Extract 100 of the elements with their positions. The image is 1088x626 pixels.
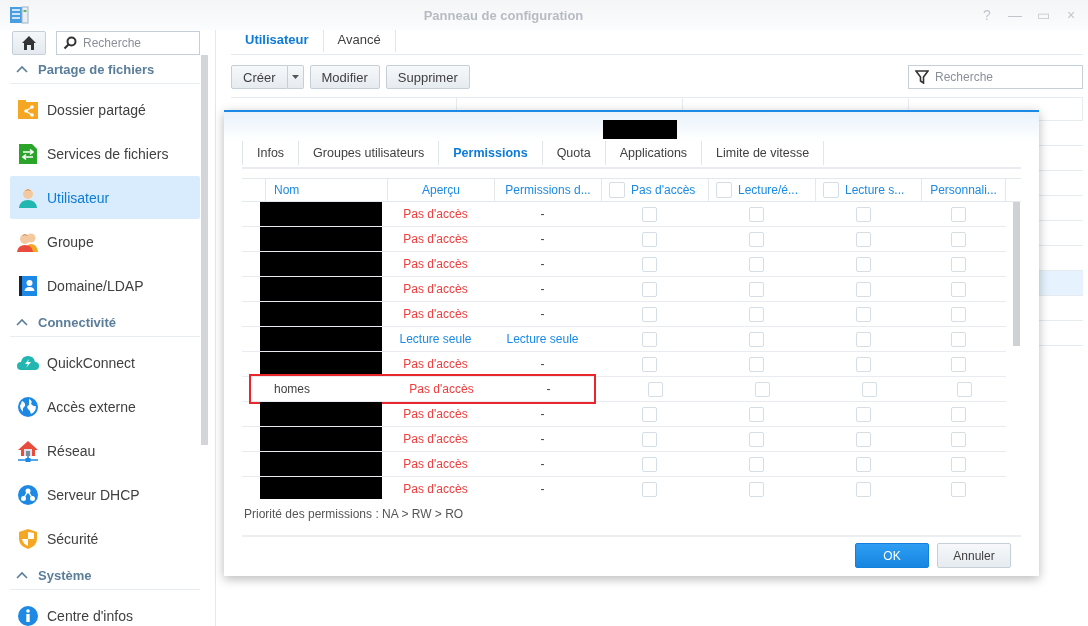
filter-icon bbox=[915, 70, 929, 84]
delete-button[interactable]: Supprimer bbox=[385, 65, 470, 89]
tab[interactable]: Groupes utilisateurs bbox=[299, 141, 440, 165]
checkbox[interactable] bbox=[950, 331, 966, 347]
search-field[interactable]: Recherche bbox=[56, 31, 200, 55]
checkbox[interactable] bbox=[749, 306, 764, 322]
checkbox[interactable] bbox=[648, 381, 663, 397]
column-header[interactable]: Nom bbox=[266, 179, 388, 201]
checkbox[interactable] bbox=[855, 256, 871, 272]
column-header[interactable]: Pas d'accès bbox=[631, 183, 696, 197]
checkbox[interactable] bbox=[755, 381, 770, 397]
search-icon bbox=[63, 36, 77, 50]
table-cell-text: Pas d'accès bbox=[402, 406, 469, 423]
checkbox[interactable] bbox=[950, 206, 966, 222]
filter-field[interactable]: Recherche bbox=[908, 65, 1083, 89]
checkbox[interactable] bbox=[950, 256, 966, 272]
column-header[interactable]: Personnali... bbox=[922, 179, 1006, 201]
network-icon bbox=[17, 483, 39, 506]
checkbox[interactable] bbox=[855, 331, 871, 347]
checkbox[interactable] bbox=[642, 256, 657, 272]
checkbox[interactable] bbox=[749, 206, 764, 222]
checkbox[interactable] bbox=[749, 231, 764, 247]
checkbox[interactable] bbox=[956, 381, 972, 397]
checkbox[interactable] bbox=[749, 356, 764, 372]
checkbox[interactable] bbox=[950, 306, 966, 322]
tab[interactable]: Limite de vitesse bbox=[702, 141, 825, 165]
checkbox[interactable] bbox=[642, 456, 657, 472]
column-header[interactable]: Permissions d... bbox=[495, 179, 602, 201]
checkbox[interactable] bbox=[950, 231, 966, 247]
checkbox[interactable] bbox=[855, 206, 871, 222]
checkbox[interactable] bbox=[855, 231, 871, 247]
tab[interactable]: Applications bbox=[605, 141, 703, 165]
sidebar-item[interactable]: Domaine/LDAP bbox=[10, 264, 200, 307]
column-header[interactable]: Lecture s... bbox=[845, 183, 905, 197]
house-icon bbox=[17, 439, 39, 462]
tab[interactable]: Utilisateur bbox=[231, 28, 324, 52]
checkbox[interactable] bbox=[642, 406, 657, 422]
checkbox[interactable] bbox=[749, 481, 764, 497]
section-header[interactable]: Système bbox=[10, 561, 200, 590]
checkbox[interactable] bbox=[642, 206, 657, 222]
create-button[interactable]: Créer bbox=[231, 65, 288, 89]
table-cell-text: Pas d'accès bbox=[402, 256, 469, 273]
table-cell-text: - bbox=[539, 431, 546, 448]
scrollbar[interactable] bbox=[1013, 202, 1020, 346]
sidebar-item[interactable]: Groupe bbox=[10, 220, 200, 263]
checkbox[interactable] bbox=[716, 182, 732, 198]
checkbox[interactable] bbox=[855, 431, 871, 447]
checkbox[interactable] bbox=[855, 306, 871, 322]
scrollbar[interactable] bbox=[201, 55, 208, 445]
sidebar-item[interactable]: Serveur DHCP bbox=[10, 473, 200, 516]
home-button[interactable] bbox=[12, 31, 46, 55]
checkbox[interactable] bbox=[861, 381, 877, 397]
table-cell-text: Lecture seule bbox=[505, 331, 580, 348]
sidebar-item[interactable]: Sécurité bbox=[10, 517, 200, 560]
sidebar-item[interactable]: Services de fichiers bbox=[10, 132, 200, 175]
cancel-button[interactable]: Annuler bbox=[937, 543, 1011, 568]
checkbox[interactable] bbox=[642, 331, 657, 347]
sidebar-item[interactable]: QuickConnect bbox=[10, 341, 200, 384]
checkbox[interactable] bbox=[749, 256, 764, 272]
checkbox[interactable] bbox=[855, 481, 871, 497]
sidebar-item[interactable]: Utilisateur bbox=[10, 176, 200, 219]
checkbox[interactable] bbox=[642, 306, 657, 322]
checkbox[interactable] bbox=[749, 406, 764, 422]
checkbox[interactable] bbox=[642, 231, 657, 247]
app-icon bbox=[9, 5, 29, 25]
checkbox[interactable] bbox=[950, 406, 966, 422]
checkbox[interactable] bbox=[642, 431, 657, 447]
checkbox[interactable] bbox=[749, 331, 764, 347]
tab[interactable]: Permissions bbox=[439, 141, 543, 165]
checkbox[interactable] bbox=[749, 431, 764, 447]
checkbox[interactable] bbox=[950, 456, 966, 472]
checkbox[interactable] bbox=[950, 281, 966, 297]
checkbox[interactable] bbox=[642, 281, 657, 297]
checkbox[interactable] bbox=[950, 481, 966, 497]
checkbox[interactable] bbox=[749, 456, 764, 472]
checkbox[interactable] bbox=[749, 281, 764, 297]
checkbox[interactable] bbox=[855, 456, 871, 472]
checkbox[interactable] bbox=[855, 406, 871, 422]
column-header[interactable]: Lecture/é... bbox=[738, 183, 799, 197]
sidebar-item[interactable]: Accès externe bbox=[10, 385, 200, 428]
checkbox[interactable] bbox=[823, 182, 839, 198]
tab[interactable]: Infos bbox=[242, 141, 300, 165]
checkbox[interactable] bbox=[609, 182, 625, 198]
table-cell-text: Pas d'accès bbox=[408, 381, 475, 398]
checkbox[interactable] bbox=[950, 431, 966, 447]
tab[interactable]: Quota bbox=[542, 141, 606, 165]
checkbox[interactable] bbox=[855, 281, 871, 297]
section-header[interactable]: Partage de fichiers bbox=[10, 55, 200, 84]
sidebar-item[interactable]: Centre d'infos bbox=[10, 594, 200, 626]
tab[interactable]: Avancé bbox=[323, 28, 396, 52]
permission-note: Priorité des permissions : NA > RW > RO bbox=[243, 507, 465, 521]
sidebar-item[interactable]: Dossier partagé bbox=[10, 88, 200, 131]
checkbox[interactable] bbox=[950, 356, 966, 372]
sidebar-item[interactable]: Réseau bbox=[10, 429, 200, 472]
column-header[interactable]: Aperçu bbox=[388, 179, 495, 201]
checkbox[interactable] bbox=[855, 356, 871, 372]
section-header[interactable]: Connectivité bbox=[10, 308, 200, 337]
edit-button[interactable]: Modifier bbox=[309, 65, 380, 89]
checkbox[interactable] bbox=[642, 481, 657, 497]
checkbox[interactable] bbox=[642, 356, 657, 372]
